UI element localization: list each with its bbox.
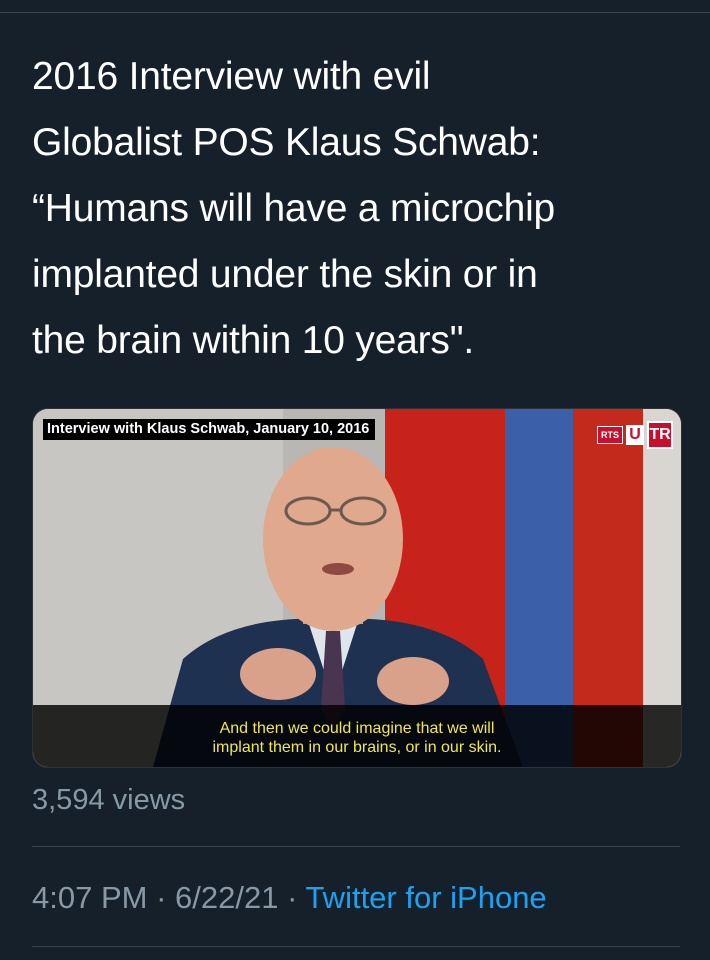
person-mouth — [322, 563, 354, 575]
right-hand — [377, 657, 449, 705]
u-logo: U — [626, 425, 644, 445]
tweet-meta: 4:07 PM · 6/22/21 · Twitter for iPhone — [32, 880, 547, 916]
tr-logo: TR — [647, 421, 673, 449]
top-divider — [0, 12, 710, 13]
left-hand — [240, 648, 316, 700]
person-head — [263, 447, 403, 631]
tweet-source-link[interactable]: Twitter for iPhone — [305, 880, 546, 915]
tweet-date[interactable]: 6/22/21 — [175, 880, 278, 915]
tweet-text: 2016 Interview with evil Globalist POS K… — [32, 55, 556, 362]
channel-logo: RTS U TR — [597, 421, 673, 449]
video-subtitle: And then we could imagine that we will i… — [212, 720, 502, 756]
bottom-divider — [32, 946, 680, 947]
view-count: 3,594 views — [32, 784, 186, 816]
meta-separator: · — [278, 880, 306, 915]
meta-separator: · — [147, 880, 176, 915]
video-player[interactable]: Interview with Klaus Schwab, January 10,… — [32, 408, 682, 768]
tweet-time: 4:07 PM — [32, 880, 148, 915]
video-title-caption: Interview with Klaus Schwab, January 10,… — [43, 419, 376, 440]
mid-divider — [32, 846, 680, 847]
rts-logo: RTS — [597, 426, 623, 444]
